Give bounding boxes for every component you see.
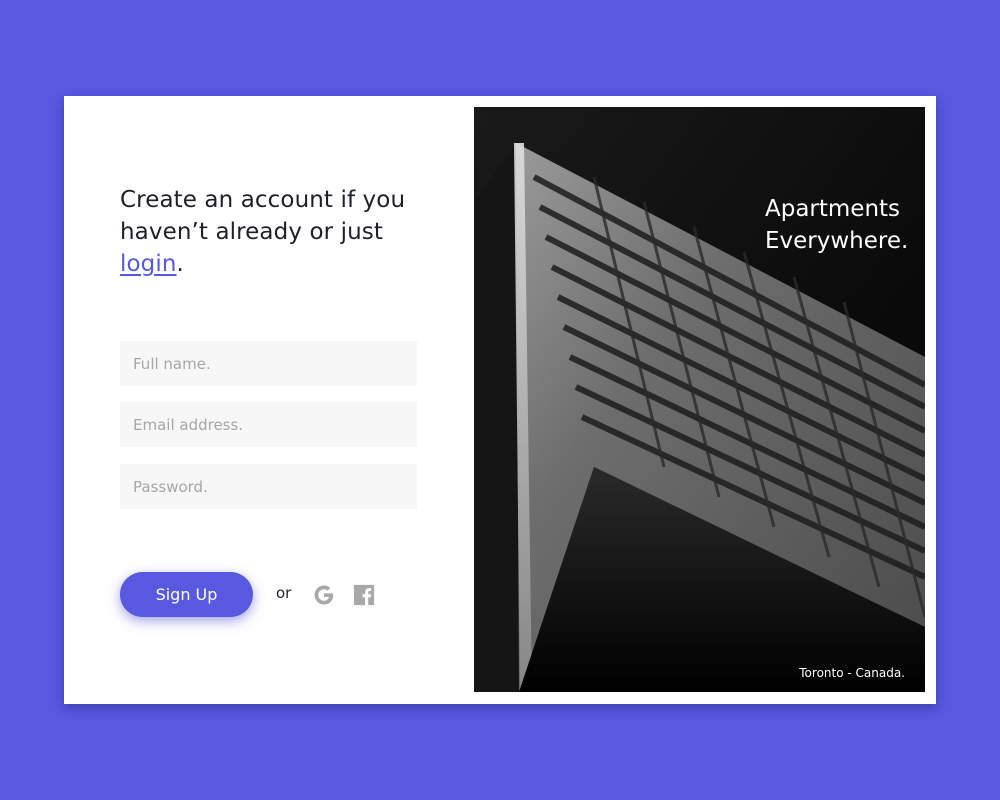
hero-title: Apartments Everywhere.: [765, 193, 909, 257]
password-input[interactable]: [120, 464, 417, 509]
page-background: { "form": { "headline_text": "Create an …: [0, 0, 1000, 800]
hero-photo: Apartments Everywhere. Toronto - Canada.: [474, 107, 925, 692]
hero-title-line-2: Everywhere.: [765, 228, 909, 254]
or-label: or: [276, 584, 292, 602]
email-input[interactable]: [120, 402, 417, 447]
full-name-input[interactable]: [120, 341, 417, 386]
login-link[interactable]: login: [120, 251, 177, 277]
headline-text: Create an account if you haven’t already…: [120, 187, 406, 245]
signup-form-panel: Create an account if you haven’t already…: [64, 96, 474, 704]
headline-period: .: [176, 251, 184, 277]
headline: Create an account if you haven’t already…: [120, 184, 430, 280]
sign-up-button[interactable]: Sign Up: [120, 572, 253, 617]
google-icon[interactable]: [313, 584, 335, 606]
location-caption: Toronto - Canada.: [799, 666, 905, 680]
hero-title-line-1: Apartments: [765, 196, 901, 222]
facebook-icon[interactable]: [353, 584, 375, 606]
signup-card: Create an account if you haven’t already…: [64, 96, 936, 704]
